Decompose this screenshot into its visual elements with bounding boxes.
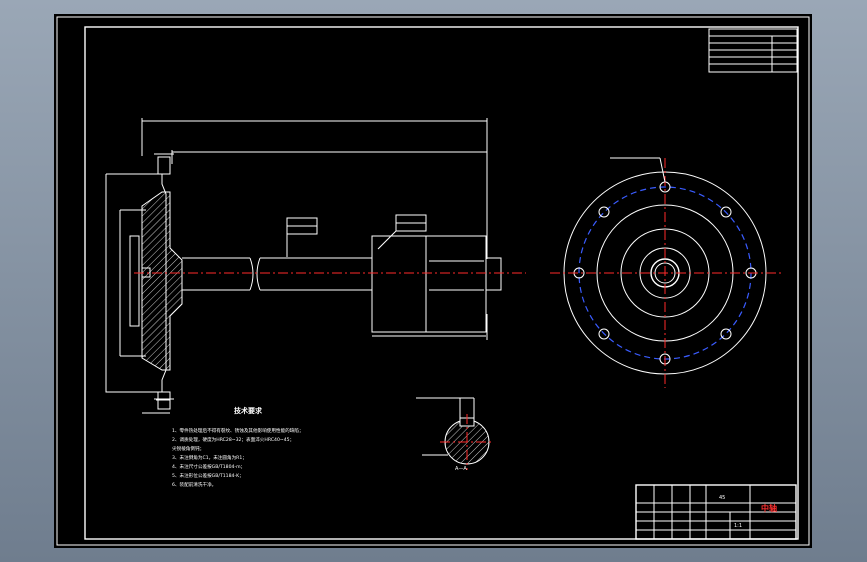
- flange-end-view: [550, 157, 782, 388]
- tech-requirement-item: 5、未注形位公差按GB/T1184-K；: [172, 472, 244, 479]
- section-label: A—A: [455, 466, 467, 472]
- tech-requirement-item: 1、零件热处理后不得有裂纹、锈蚀及其他影响使用性能的缺陷；: [172, 427, 304, 434]
- tech-requirement-item: 3、未注倒角为C1，未注圆角为R1；: [172, 454, 247, 461]
- tech-requirement-item: 4、未注尺寸公差按GB/T1804-m；: [172, 463, 245, 470]
- part-name: 中轴: [761, 503, 777, 513]
- tech-requirement-item: 6、装配前清洗干净。: [172, 481, 216, 488]
- tech-requirement-item: 2、调质处理，硬度为HRC28~32；表面淬火HRC40~45；: [172, 436, 294, 443]
- tech-requirements-title: 技术要求: [234, 406, 263, 415]
- material-value: 45: [719, 495, 725, 501]
- drawing-viewport[interactable]: A—A 技术要求 1、零件热处理后不得有裂纹、锈蚀及其他影响使用性能的缺陷； 2…: [54, 14, 812, 548]
- scale-value: 1:1: [734, 523, 742, 529]
- title-block: 中轴 1:1 45: [635, 484, 797, 540]
- technical-requirements: 技术要求 1、零件热处理后不得有裂纹、锈蚀及其他影响使用性能的缺陷； 2、调质处…: [172, 406, 304, 488]
- section-a-a: A—A: [416, 397, 494, 472]
- cad-drawing: A—A 技术要求 1、零件热处理后不得有裂纹、锈蚀及其他影响使用性能的缺陷； 2…: [56, 16, 810, 546]
- parameter-table: [708, 28, 798, 73]
- tech-requirement-item: 尖锐棱角倒钝；: [172, 445, 204, 452]
- inner-border: [84, 26, 799, 540]
- shaft-side-view: [105, 118, 526, 414]
